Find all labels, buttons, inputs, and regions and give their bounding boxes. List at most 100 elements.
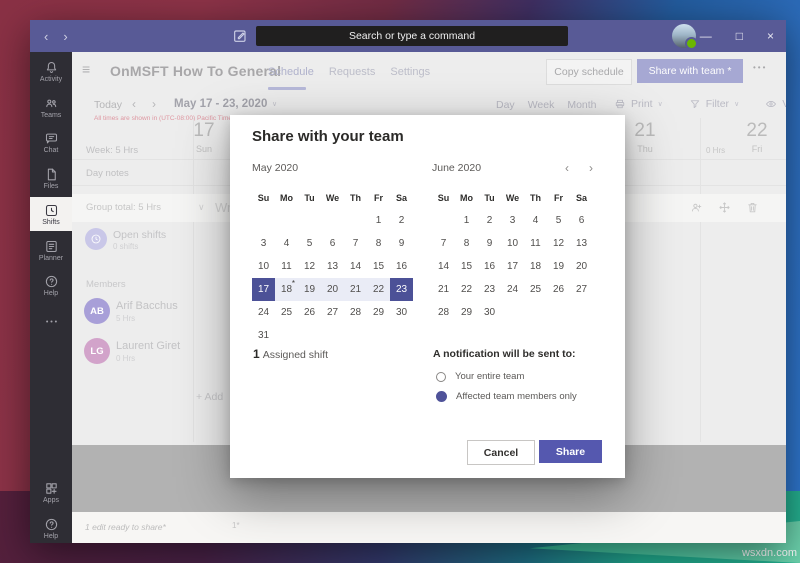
calendar-day[interactable]: 1 [455, 209, 478, 232]
calendar-day[interactable]: 3 [501, 209, 524, 232]
calendar-day[interactable]: 26 [547, 278, 570, 301]
calendar-day[interactable]: 12 [298, 255, 321, 278]
view-button-month[interactable]: Month [567, 99, 596, 111]
calendar-day[interactable]: 19 [298, 278, 321, 301]
calendar-day[interactable]: 4 [275, 232, 298, 255]
radio-option[interactable]: Affected team members only [436, 390, 577, 403]
calendar-day[interactable]: 20 [321, 278, 344, 301]
calendar-day[interactable]: 11 [524, 232, 547, 255]
calendar-day[interactable]: 9 [390, 232, 413, 255]
calendar-day[interactable]: 13 [570, 232, 593, 255]
sidebar-item-help[interactable]: Help [30, 268, 72, 302]
calendar-day[interactable]: 26 [298, 301, 321, 324]
calendar-day[interactable]: 17 [252, 278, 275, 301]
view-button-week[interactable]: Week [528, 99, 555, 111]
sidebar-item-more[interactable] [30, 304, 72, 338]
avatar[interactable] [672, 24, 698, 50]
calendar-day[interactable]: 28 [432, 301, 455, 324]
move-icon[interactable] [718, 201, 731, 214]
view-button-day[interactable]: Day [496, 99, 515, 111]
calendar-day[interactable]: 30 [478, 301, 501, 324]
calendar-day[interactable]: 18 * [275, 278, 298, 301]
view-menu[interactable]: View∨ [765, 98, 786, 110]
calendar-day[interactable]: 22 [367, 278, 390, 301]
sidebar-item-planner[interactable]: Planner [30, 233, 72, 267]
sidebar-item-apps[interactable]: Apps [30, 475, 72, 509]
calendar-day[interactable]: 17 [501, 255, 524, 278]
calendar-day[interactable]: 31 [252, 324, 275, 347]
calendar-day[interactable]: 10 [252, 255, 275, 278]
sidebar-item-teams[interactable]: Teams [30, 90, 72, 124]
calendar-day[interactable]: 30 [390, 301, 413, 324]
tab-schedule[interactable]: Schedule [268, 66, 314, 78]
calendar-day[interactable]: 15 [367, 255, 390, 278]
add-person-icon[interactable] [690, 201, 703, 214]
more-options-icon[interactable]: ••• [753, 63, 767, 72]
calendar-day[interactable]: 10 [501, 232, 524, 255]
calendar-day[interactable]: 27 [321, 301, 344, 324]
calendar-day[interactable]: 15 [455, 255, 478, 278]
tab-requests[interactable]: Requests [329, 66, 375, 78]
compose-icon[interactable] [232, 28, 248, 44]
calendar-day[interactable]: 4 [524, 209, 547, 232]
calendar-day[interactable]: 8 [367, 232, 390, 255]
search-input[interactable]: Search or type a command [256, 26, 568, 46]
cancel-button[interactable]: Cancel [467, 440, 535, 465]
calendar-day[interactable]: 21 [432, 278, 455, 301]
calendar-day[interactable]: 28 [344, 301, 367, 324]
sidebar-item-help[interactable]: Help [30, 511, 72, 545]
calendar-day[interactable]: 6 [321, 232, 344, 255]
calendar-day[interactable]: 7 [344, 232, 367, 255]
share-button[interactable]: Share [539, 440, 602, 463]
calendar-day[interactable]: 24 [501, 278, 524, 301]
calendar-day[interactable]: 16 [478, 255, 501, 278]
trash-icon[interactable] [746, 201, 759, 214]
day-notes-label[interactable]: Day notes [86, 168, 129, 179]
calendar-day[interactable]: 23 [478, 278, 501, 301]
calendar-day[interactable]: 20 [570, 255, 593, 278]
calendar-day[interactable]: 29 [367, 301, 390, 324]
calendar-day[interactable]: 13 [321, 255, 344, 278]
calendar-day[interactable]: 16 [390, 255, 413, 278]
date-range[interactable]: May 17 - 23, 2020 [174, 98, 267, 110]
calendar-day[interactable]: 5 [298, 232, 321, 255]
calendar-day[interactable]: 6 [570, 209, 593, 232]
calendar-day[interactable]: 19 [547, 255, 570, 278]
sidebar-item-files[interactable]: Files [30, 161, 72, 195]
calendar-day[interactable]: 9 [478, 232, 501, 255]
sidebar-item-chat[interactable]: Chat [30, 125, 72, 159]
calendar-day[interactable]: 1 [367, 209, 390, 232]
calendar-day[interactable]: 25 [275, 301, 298, 324]
calendar-day[interactable]: 27 [570, 278, 593, 301]
calendar-day[interactable]: 18 [524, 255, 547, 278]
calendar-day[interactable]: 23 [390, 278, 413, 301]
calendar-day[interactable]: 11 [275, 255, 298, 278]
tab-settings[interactable]: Settings [390, 66, 430, 78]
calendar-day[interactable]: 24 [252, 301, 275, 324]
add-button[interactable]: + Add [196, 391, 223, 403]
calendar-day[interactable]: 21 [344, 278, 367, 301]
radio-option[interactable]: Your entire team [436, 370, 577, 383]
calendar-day[interactable]: 3 [252, 232, 275, 255]
share-with-team-button[interactable]: Share with team * [637, 59, 743, 83]
calendar-day[interactable]: 29 [455, 301, 478, 324]
sidebar-item-shifts[interactable]: Shifts [30, 197, 72, 231]
maximize-button[interactable]: □ [736, 29, 743, 43]
calendar-day[interactable]: 2 [390, 209, 413, 232]
calendar-day[interactable]: 12 [547, 232, 570, 255]
radio-unselected-icon[interactable] [436, 371, 446, 382]
back-button[interactable]: ‹ [44, 29, 48, 44]
sidebar-item-activity[interactable]: Activity [30, 54, 72, 88]
radio-selected-icon[interactable] [436, 391, 447, 402]
calendar-day[interactable]: 7 [432, 232, 455, 255]
chevron-down-icon[interactable]: ∨ [198, 202, 205, 213]
open-shifts-title[interactable]: Open shifts [113, 229, 166, 241]
today-button[interactable]: Today [94, 99, 122, 111]
minimize-button[interactable]: — [700, 29, 712, 43]
prev-week-button[interactable]: ‹ [132, 97, 136, 111]
print-menu[interactable]: Print ∨ [614, 98, 663, 110]
calendar-day[interactable]: 5 [547, 209, 570, 232]
calendar-day[interactable]: 8 [455, 232, 478, 255]
copy-schedule-button[interactable]: Copy schedule [546, 59, 632, 85]
calendar-day[interactable]: 25 [524, 278, 547, 301]
